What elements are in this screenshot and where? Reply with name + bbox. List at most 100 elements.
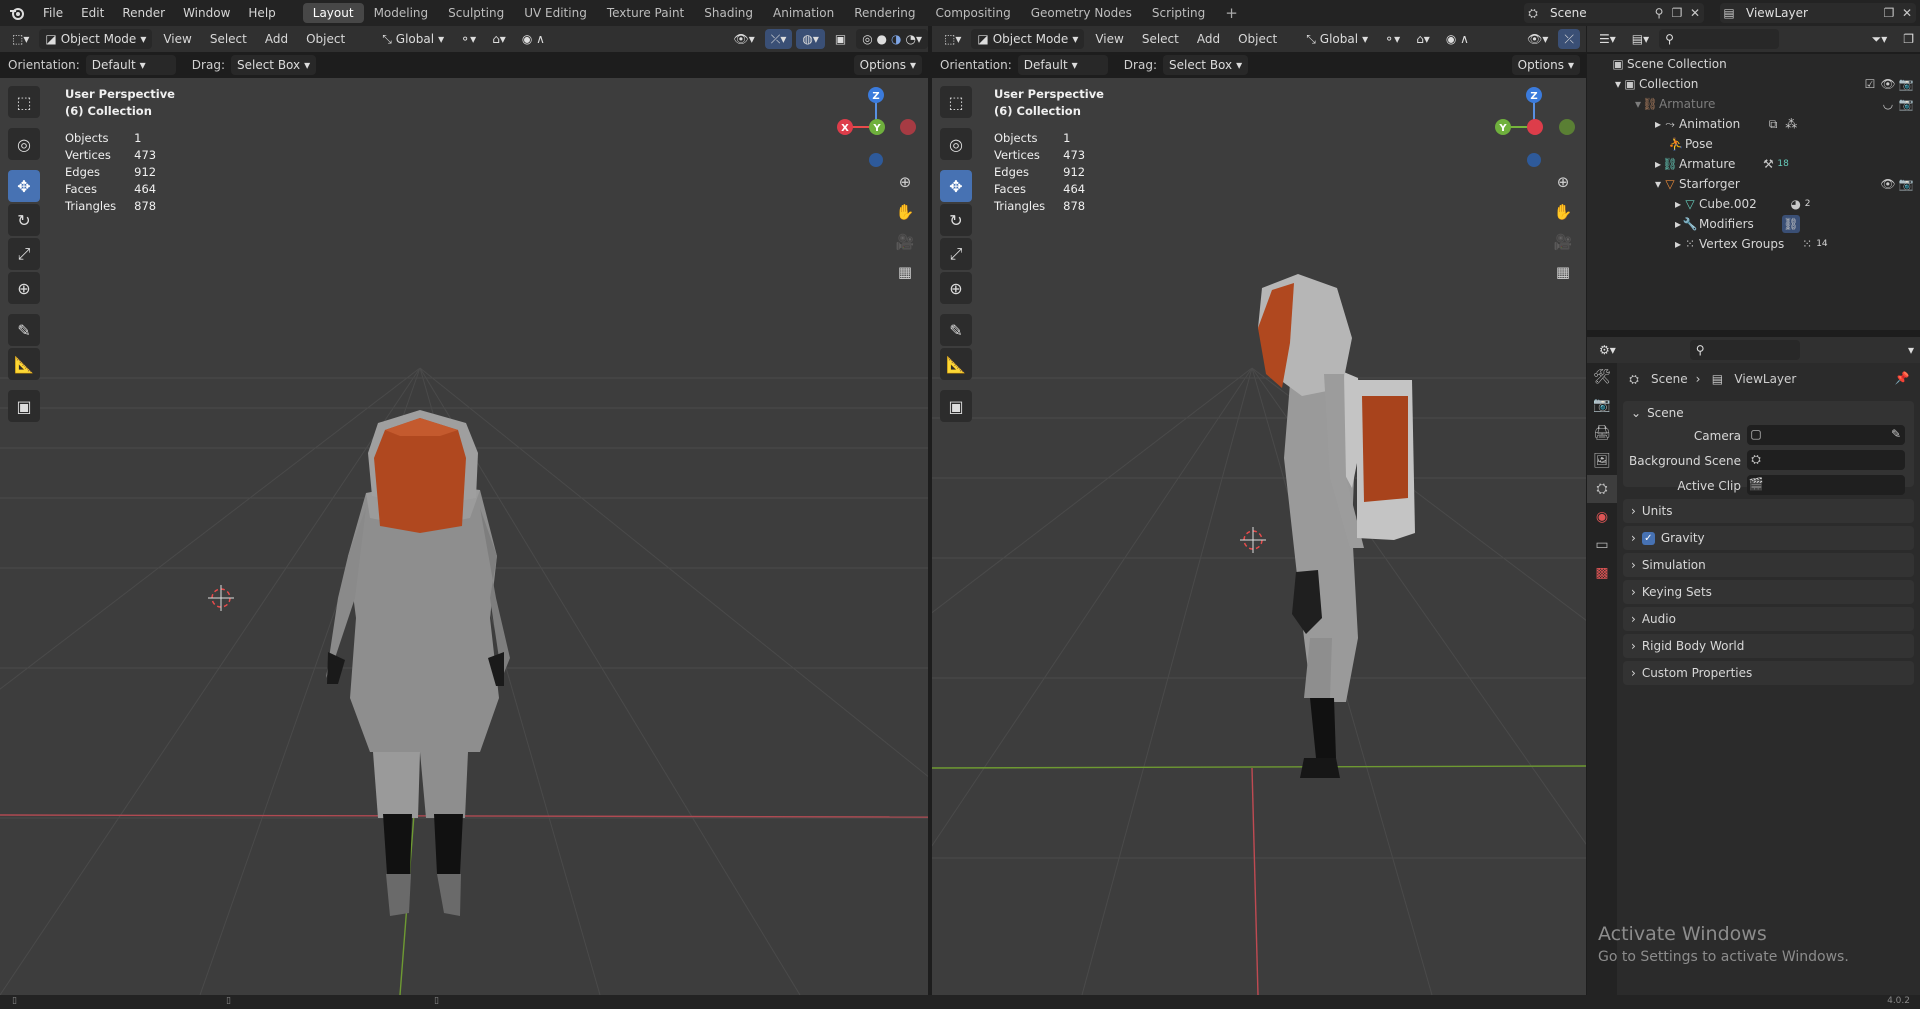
menu-help[interactable]: Help <box>239 0 284 26</box>
camera-field[interactable]: ▢ ✎ <box>1747 425 1905 445</box>
menu-add[interactable]: Add <box>258 32 295 46</box>
pivot-icon[interactable]: ⚬▾ <box>1378 29 1406 49</box>
move-tool-icon[interactable]: ✥ <box>8 170 40 202</box>
overlay-toggle-icon[interactable]: ◍▾ <box>796 29 825 49</box>
orientation-dropdown[interactable]: Default ▾ <box>85 55 176 75</box>
pan-hand-icon[interactable]: ✋ <box>892 200 918 224</box>
menu-file[interactable]: File <box>34 0 72 26</box>
add-cube-tool-icon[interactable]: ▣ <box>8 390 40 422</box>
mode-dropdown[interactable]: ◪ Object Mode ▾ <box>39 29 153 49</box>
outliner-row-collection[interactable]: ▾ ▣ Collection ☑ 👁 📷 <box>1615 74 1915 94</box>
menu-object[interactable]: Object <box>299 32 352 46</box>
xray-icon[interactable]: ▣ <box>829 29 852 49</box>
tab-sculpting[interactable]: Sculpting <box>438 3 514 23</box>
new-view-layer-icon[interactable]: ❐ <box>1880 4 1898 22</box>
tab-uv-editing[interactable]: UV Editing <box>514 3 597 23</box>
filter-icon[interactable]: ⏷▾ <box>1866 29 1894 49</box>
right-viewport[interactable]: Z Y ⬚ ◎ ✥ ↻ ⤢ ⊕ ✎ 📐 ▣ User Perspective (… <box>932 78 1586 995</box>
outliner-row-armature-object[interactable]: ▾ ⛓ Armature ◡ 📷 <box>1635 94 1915 114</box>
outliner-row-cube[interactable]: ▸ ▽ Cube.002 ◕ 2 <box>1675 194 1810 214</box>
transform-orientation-dropdown[interactable]: ⤡ Global ▾ <box>376 29 450 49</box>
gizmo-toggle-icon[interactable]: ⤫▾ <box>764 29 793 49</box>
delete-view-layer-icon[interactable]: ✕ <box>1898 4 1916 22</box>
rotate-tool-icon[interactable]: ↻ <box>8 204 40 236</box>
editor-type-icon[interactable]: ⬚▾ <box>6 29 35 49</box>
properties-options-icon[interactable]: ▾ <box>1902 340 1920 360</box>
eyedropper-icon[interactable]: ✎ <box>1887 425 1905 443</box>
menu-add[interactable]: Add <box>1190 32 1227 46</box>
tab-scripting[interactable]: Scripting <box>1142 3 1215 23</box>
menu-select[interactable]: Select <box>203 32 254 46</box>
proportional-edit-icon[interactable]: ◉ ∧ <box>516 29 551 49</box>
outliner-row-modifiers[interactable]: ▸ 🔧 Modifiers ⛓ <box>1675 214 1800 234</box>
custom-properties-panel[interactable]: › Custom Properties <box>1623 661 1914 685</box>
eye-icon[interactable]: 👁 <box>1879 75 1897 93</box>
annotate-tool-icon[interactable]: ✎ <box>940 314 972 346</box>
scale-tool-icon[interactable]: ⤢ <box>940 238 972 270</box>
display-mode-icon[interactable]: ▤▾ <box>1626 29 1655 49</box>
measure-tool-icon[interactable]: 📐 <box>940 348 972 380</box>
new-scene-icon[interactable]: ❐ <box>1668 4 1686 22</box>
proportional-edit-icon[interactable]: ◉ ∧ <box>1440 29 1475 49</box>
output-tab-icon[interactable]: 🖨 <box>1587 419 1617 447</box>
outliner-row-scene-collection[interactable]: ▣ Scene Collection <box>1609 54 1726 74</box>
keying-sets-panel[interactable]: › Keying Sets <box>1623 580 1914 604</box>
texture-tab-icon[interactable]: ▩ <box>1587 559 1617 587</box>
add-workspace-icon[interactable]: + <box>1215 1 1248 25</box>
visibility-icon[interactable]: 👁▾ <box>728 29 761 49</box>
mode-dropdown[interactable]: ◪ Object Mode ▾ <box>971 29 1085 49</box>
orientation-dropdown[interactable]: Default ▾ <box>1017 55 1108 75</box>
view-layer-selector[interactable]: ▤ ViewLayer ❐ ✕ <box>1720 3 1916 23</box>
eye-hidden-icon[interactable]: ◡ <box>1879 95 1897 113</box>
tab-texture-paint[interactable]: Texture Paint <box>597 3 694 23</box>
scene-panel-header[interactable]: ⌄ Scene <box>1623 401 1914 425</box>
outliner-row-armature-data[interactable]: ▸ ⛓ Armature ⚒ 18 <box>1655 154 1789 174</box>
menu-view[interactable]: View <box>1088 32 1130 46</box>
annotate-tool-icon[interactable]: ✎ <box>8 314 40 346</box>
view-layer-name[interactable]: ViewLayer <box>1746 6 1880 20</box>
transform-orientation-dropdown[interactable]: ⤡ Global ▾ <box>1300 29 1374 49</box>
camera-render-icon[interactable]: 📷 <box>1897 75 1915 93</box>
snap-icon[interactable]: ⌂▾ <box>1410 29 1436 49</box>
menu-view[interactable]: View <box>156 32 198 46</box>
rigid-body-world-panel[interactable]: › Rigid Body World <box>1623 634 1914 658</box>
visibility-icon[interactable]: 👁▾ <box>1521 29 1554 49</box>
tab-compositing[interactable]: Compositing <box>925 3 1020 23</box>
gravity-checkbox[interactable]: ✓ <box>1641 531 1655 545</box>
transform-tool-icon[interactable]: ⊕ <box>940 272 972 304</box>
world-tab-icon[interactable]: ◉ <box>1587 503 1617 531</box>
drag-dropdown[interactable]: Select Box ▾ <box>1162 55 1249 75</box>
zoom-icon[interactable]: ⊕ <box>1550 170 1576 194</box>
scene-selector[interactable]: ⛭ Scene ⚲ ❐ ✕ <box>1524 3 1704 23</box>
left-viewport[interactable]: Z X Y ⬚ ◎ ✥ ↻ ⤢ ⊕ ✎ 📐 ▣ User Perspective… <box>0 78 928 995</box>
astronaut-side-model[interactable] <box>1258 274 1415 778</box>
outliner-search-input[interactable]: ⚲ <box>1659 29 1780 49</box>
tab-rendering[interactable]: Rendering <box>844 3 925 23</box>
camera-view-icon[interactable]: 🎥 <box>892 230 918 254</box>
pin-icon[interactable]: ⚲ <box>1650 4 1668 22</box>
select-box-tool-icon[interactable]: ⬚ <box>8 86 40 118</box>
menu-render[interactable]: Render <box>113 0 174 26</box>
eye-icon[interactable]: 👁 <box>1879 175 1897 193</box>
menu-select[interactable]: Select <box>1135 32 1186 46</box>
outliner-row-animation[interactable]: ▸ ⤳ Animation ⧉ ⁂ <box>1655 114 1800 134</box>
drag-dropdown[interactable]: Select Box ▾ <box>230 55 317 75</box>
snap-icon[interactable]: ⌂▾ <box>486 29 512 49</box>
editor-type-icon[interactable]: ⬚▾ <box>938 29 967 49</box>
properties-search-input[interactable]: ⚲ <box>1689 340 1800 360</box>
view-layer-tab-icon[interactable]: 🖼 <box>1587 447 1617 475</box>
new-collection-icon[interactable]: ❐ <box>1897 29 1920 49</box>
astronaut-front-model[interactable] <box>326 410 510 916</box>
tab-geometry-nodes[interactable]: Geometry Nodes <box>1021 3 1142 23</box>
blender-logo-icon[interactable] <box>0 0 34 26</box>
move-tool-icon[interactable]: ✥ <box>940 170 972 202</box>
delete-scene-icon[interactable]: ✕ <box>1686 4 1704 22</box>
transform-tool-icon[interactable]: ⊕ <box>8 272 40 304</box>
outliner-editor-icon[interactable]: ☰▾ <box>1593 29 1622 49</box>
outliner-row-starforger[interactable]: ▾ ▽ Starforger 👁 📷 <box>1655 174 1915 194</box>
scene-tab-icon[interactable]: ⛭ <box>1587 475 1617 503</box>
rotate-tool-icon[interactable]: ↻ <box>940 204 972 236</box>
tab-modeling[interactable]: Modeling <box>364 3 439 23</box>
pan-hand-icon[interactable]: ✋ <box>1550 200 1576 224</box>
scale-tool-icon[interactable]: ⤢ <box>8 238 40 270</box>
